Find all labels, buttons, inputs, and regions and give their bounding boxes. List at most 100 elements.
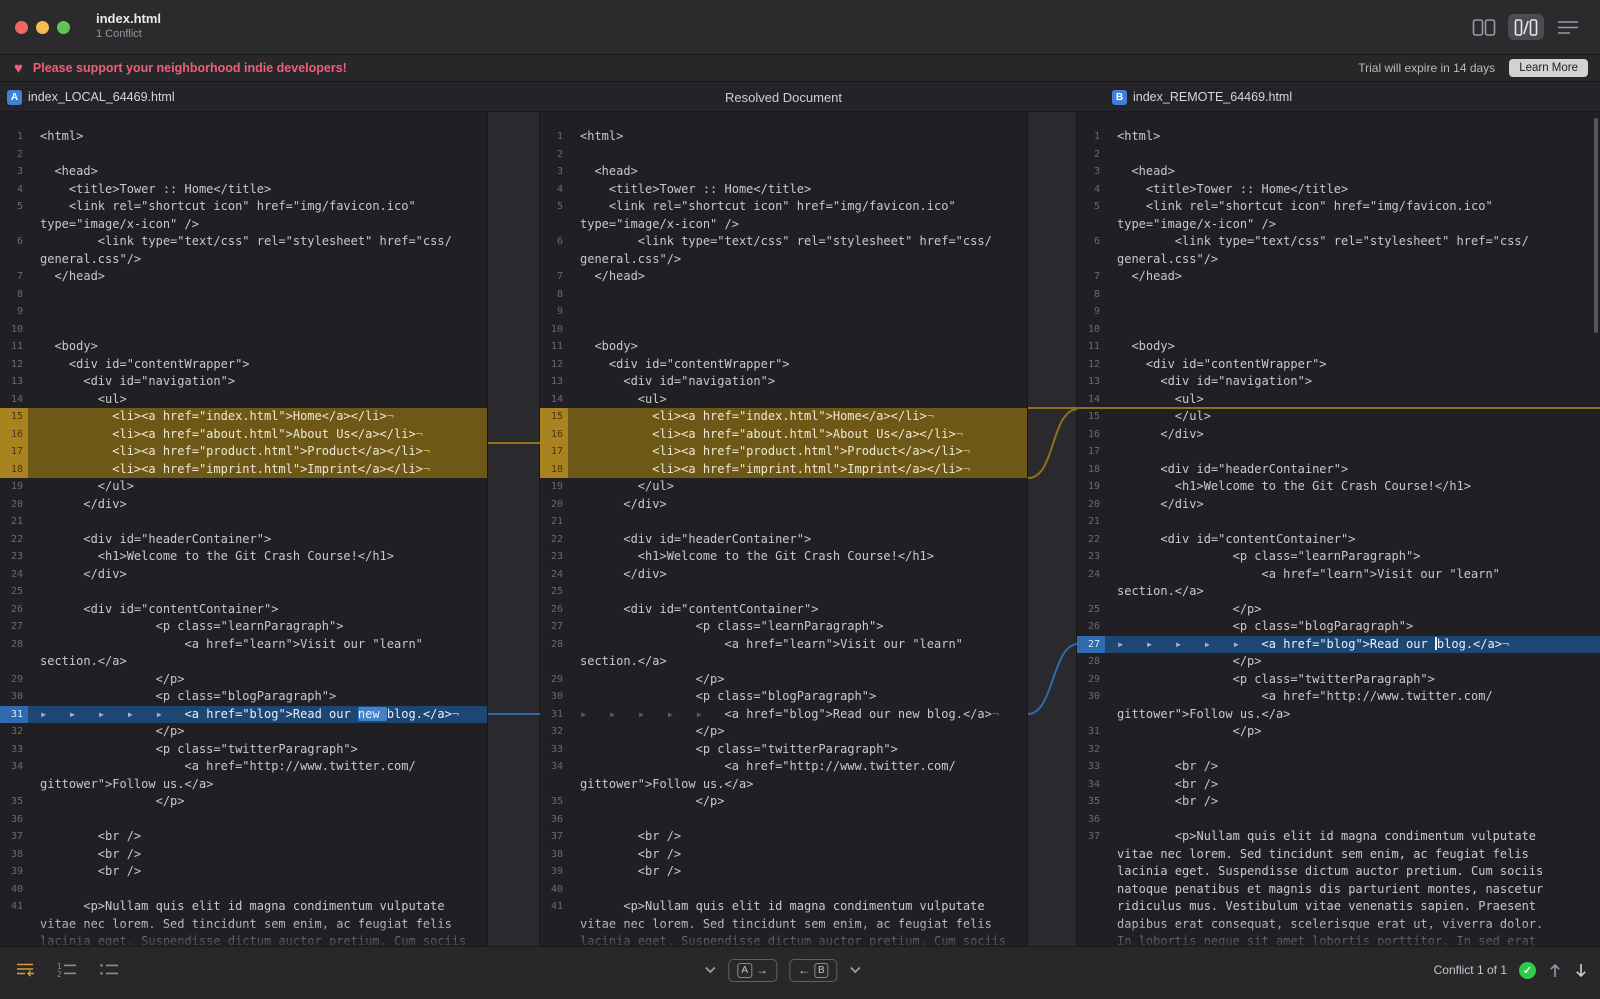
code-text: <link rel="shortcut icon" href="img/favi…: [1105, 198, 1600, 216]
code-text: <head>: [568, 163, 1027, 181]
invisible-char: ¬: [927, 409, 934, 423]
code-row: 3 <head>: [0, 163, 487, 181]
line-number: [0, 653, 28, 671]
code-row: 15 <li><a href="index.html">Home</a></li…: [0, 408, 487, 426]
title-block: index.html 1 Conflict: [96, 11, 161, 40]
unified-view-button[interactable]: [1550, 14, 1586, 40]
line-number: [1077, 881, 1105, 899]
code-row: 36: [0, 811, 487, 829]
take-b-options-chevron[interactable]: [850, 966, 862, 974]
code-text: <h1>Welcome to the Git Crash Course!</h1…: [568, 548, 1027, 566]
code-row: lacinia eget. Suspendisse dictum auctor …: [0, 933, 487, 946]
line-number: 9: [1077, 303, 1105, 321]
line-number: [1077, 916, 1105, 934]
code-row: 26 <div id="contentContainer">: [540, 601, 1027, 619]
code-text: <a href="learn">Visit our "learn": [1105, 566, 1600, 584]
code-row: 28 <a href="learn">Visit our "learn": [0, 636, 487, 654]
line-number: 7: [1077, 268, 1105, 286]
line-number: 37: [540, 828, 568, 846]
code-row: type="image/x-icon" />: [0, 216, 487, 234]
line-number: [1077, 706, 1105, 724]
line-number: 5: [0, 198, 28, 216]
remote-filename: index_REMOTE_64469.html: [1133, 90, 1292, 104]
invisibles-button[interactable]: [96, 959, 122, 981]
line-number: 15: [540, 408, 568, 426]
local-code-pane[interactable]: 1<html>23 <head>4 <title>Tower :: Home</…: [0, 112, 487, 946]
code-row: 6 <link type="text/css" rel="stylesheet"…: [540, 233, 1027, 251]
code-text: dapibus erat consequat, scelerisque erat…: [1105, 916, 1600, 934]
code-row: 12 <div id="contentWrapper">: [1077, 356, 1600, 374]
take-b-button[interactable]: ← B: [789, 959, 838, 982]
code-text: <p>Nullam quis elit id magna condimentum…: [1105, 828, 1600, 846]
line-number: 8: [1077, 286, 1105, 304]
invisible-char: ▸: [1233, 637, 1262, 651]
heart-icon: ♥: [14, 60, 23, 77]
code-text: <li><a href="imprint.html">Imprint</a></…: [28, 461, 487, 479]
code-row: 8: [1077, 286, 1600, 304]
code-row: 9: [1077, 303, 1600, 321]
previous-conflict-button[interactable]: [1548, 962, 1562, 979]
line-number: 1: [1077, 128, 1105, 146]
code-text: [1105, 286, 1600, 304]
arrow-up-icon: [1548, 962, 1562, 979]
line-number: 31: [540, 706, 568, 724]
invisible-char: ¬: [423, 462, 430, 476]
two-pane-view-button[interactable]: [1466, 14, 1502, 40]
invisible-char: ¬: [416, 427, 423, 441]
line-number: 16: [0, 426, 28, 444]
window-controls: [15, 21, 70, 34]
code-row: 1<html>: [1077, 128, 1600, 146]
next-conflict-button[interactable]: [1574, 962, 1588, 979]
line-number: [1077, 863, 1105, 881]
svg-text:2: 2: [57, 970, 62, 979]
take-a-options-chevron[interactable]: [704, 966, 716, 974]
line-number: 23: [540, 548, 568, 566]
code-row: 7 </head>: [1077, 268, 1600, 286]
minimize-window-button[interactable]: [36, 21, 49, 34]
code-row: vitae nec lorem. Sed tincidunt sem enim,…: [540, 916, 1027, 934]
take-a-button[interactable]: A →: [728, 959, 777, 982]
code-text: </p>: [28, 723, 487, 741]
code-row: section.</a>: [0, 653, 487, 671]
line-numbers-button[interactable]: 1 2: [54, 959, 80, 981]
merge-view-button[interactable]: [1508, 14, 1544, 40]
code-row: 2: [540, 146, 1027, 164]
changes-list-button[interactable]: [12, 959, 38, 981]
line-number: 31: [1077, 723, 1105, 741]
pane-header-bar: A index_LOCAL_64469.html Resolved Docume…: [0, 82, 1600, 112]
scrollbar[interactable]: [1594, 118, 1598, 333]
code-text: <html>: [28, 128, 487, 146]
code-text: ▸ ▸ ▸ ▸ ▸ <a href="blog">Read our new bl…: [568, 706, 1027, 724]
code-text: <div id="navigation">: [1105, 373, 1600, 391]
line-number: 22: [540, 531, 568, 549]
code-row: 40: [0, 881, 487, 899]
line-number: 33: [0, 741, 28, 759]
code-row: 6 <link type="text/css" rel="stylesheet"…: [1077, 233, 1600, 251]
code-row: gittower">Follow us.</a>: [0, 776, 487, 794]
line-number: 23: [0, 548, 28, 566]
remote-code-pane[interactable]: 1<html>23 <head>4 <title>Tower :: Home</…: [1077, 112, 1600, 946]
zoom-window-button[interactable]: [57, 21, 70, 34]
code-row: 28 </p>: [1077, 653, 1600, 671]
close-window-button[interactable]: [15, 21, 28, 34]
line-number: [1077, 583, 1105, 601]
code-text: <link rel="shortcut icon" href="img/favi…: [28, 198, 487, 216]
code-text: <body>: [568, 338, 1027, 356]
code-row: 19 </ul>: [540, 478, 1027, 496]
code-text: type="image/x-icon" />: [1105, 216, 1600, 234]
code-text: <p class="blogParagraph">: [28, 688, 487, 706]
code-row: 2: [1077, 146, 1600, 164]
code-row: 10: [1077, 321, 1600, 339]
line-number: 32: [0, 723, 28, 741]
changed-word-highlight: new: [358, 707, 387, 721]
learn-more-button[interactable]: Learn More: [1509, 59, 1588, 77]
code-text: <p class="learnParagraph">: [568, 618, 1027, 636]
line-number: 35: [1077, 793, 1105, 811]
line-number: [540, 916, 568, 934]
code-row: 8: [0, 286, 487, 304]
resolved-code-pane[interactable]: 1<html>23 <head>4 <title>Tower :: Home</…: [540, 112, 1027, 946]
line-number: 36: [540, 811, 568, 829]
code-row: 30 <p class="blogParagraph">: [540, 688, 1027, 706]
code-text: <br />: [568, 863, 1027, 881]
unified-view-icon: [1556, 18, 1580, 37]
